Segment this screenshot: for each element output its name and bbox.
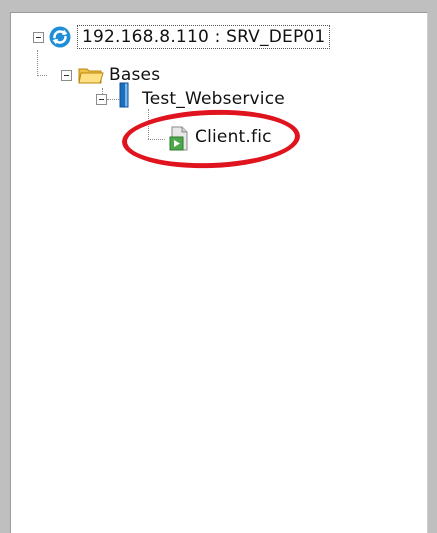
- window-frame: 192.168.8.110 : SRV_DEP01 Bases Test_Web…: [0, 0, 437, 533]
- tree-node-file[interactable]: Client.fic: [168, 125, 272, 151]
- tree-node-database[interactable]: Test_Webservice: [96, 82, 285, 111]
- database-icon: [119, 82, 129, 108]
- tree-connector-db-children: [148, 109, 149, 139]
- refresh-server-icon: [49, 26, 71, 48]
- collapse-toggle-database[interactable]: [96, 93, 107, 105]
- file-icon: [169, 126, 188, 151]
- tree-connector-bases: [37, 75, 47, 76]
- server-label[interactable]: 192.168.8.110 : SRV_DEP01: [76, 25, 331, 49]
- database-label[interactable]: Test_Webservice: [142, 89, 285, 109]
- tree-connector-file: [148, 139, 165, 140]
- file-label[interactable]: Client.fic: [195, 127, 272, 147]
- folder-icon: [78, 68, 104, 84]
- collapse-toggle-server[interactable]: [33, 31, 44, 43]
- tree-connector-root: [37, 50, 38, 76]
- tree-node-server[interactable]: 192.168.8.110 : SRV_DEP01: [33, 25, 331, 49]
- tree-node-bases[interactable]: Bases: [61, 63, 160, 87]
- tree-panel[interactable]: 192.168.8.110 : SRV_DEP01 Bases Test_Web…: [10, 12, 428, 533]
- collapse-toggle-bases[interactable]: [61, 69, 72, 81]
